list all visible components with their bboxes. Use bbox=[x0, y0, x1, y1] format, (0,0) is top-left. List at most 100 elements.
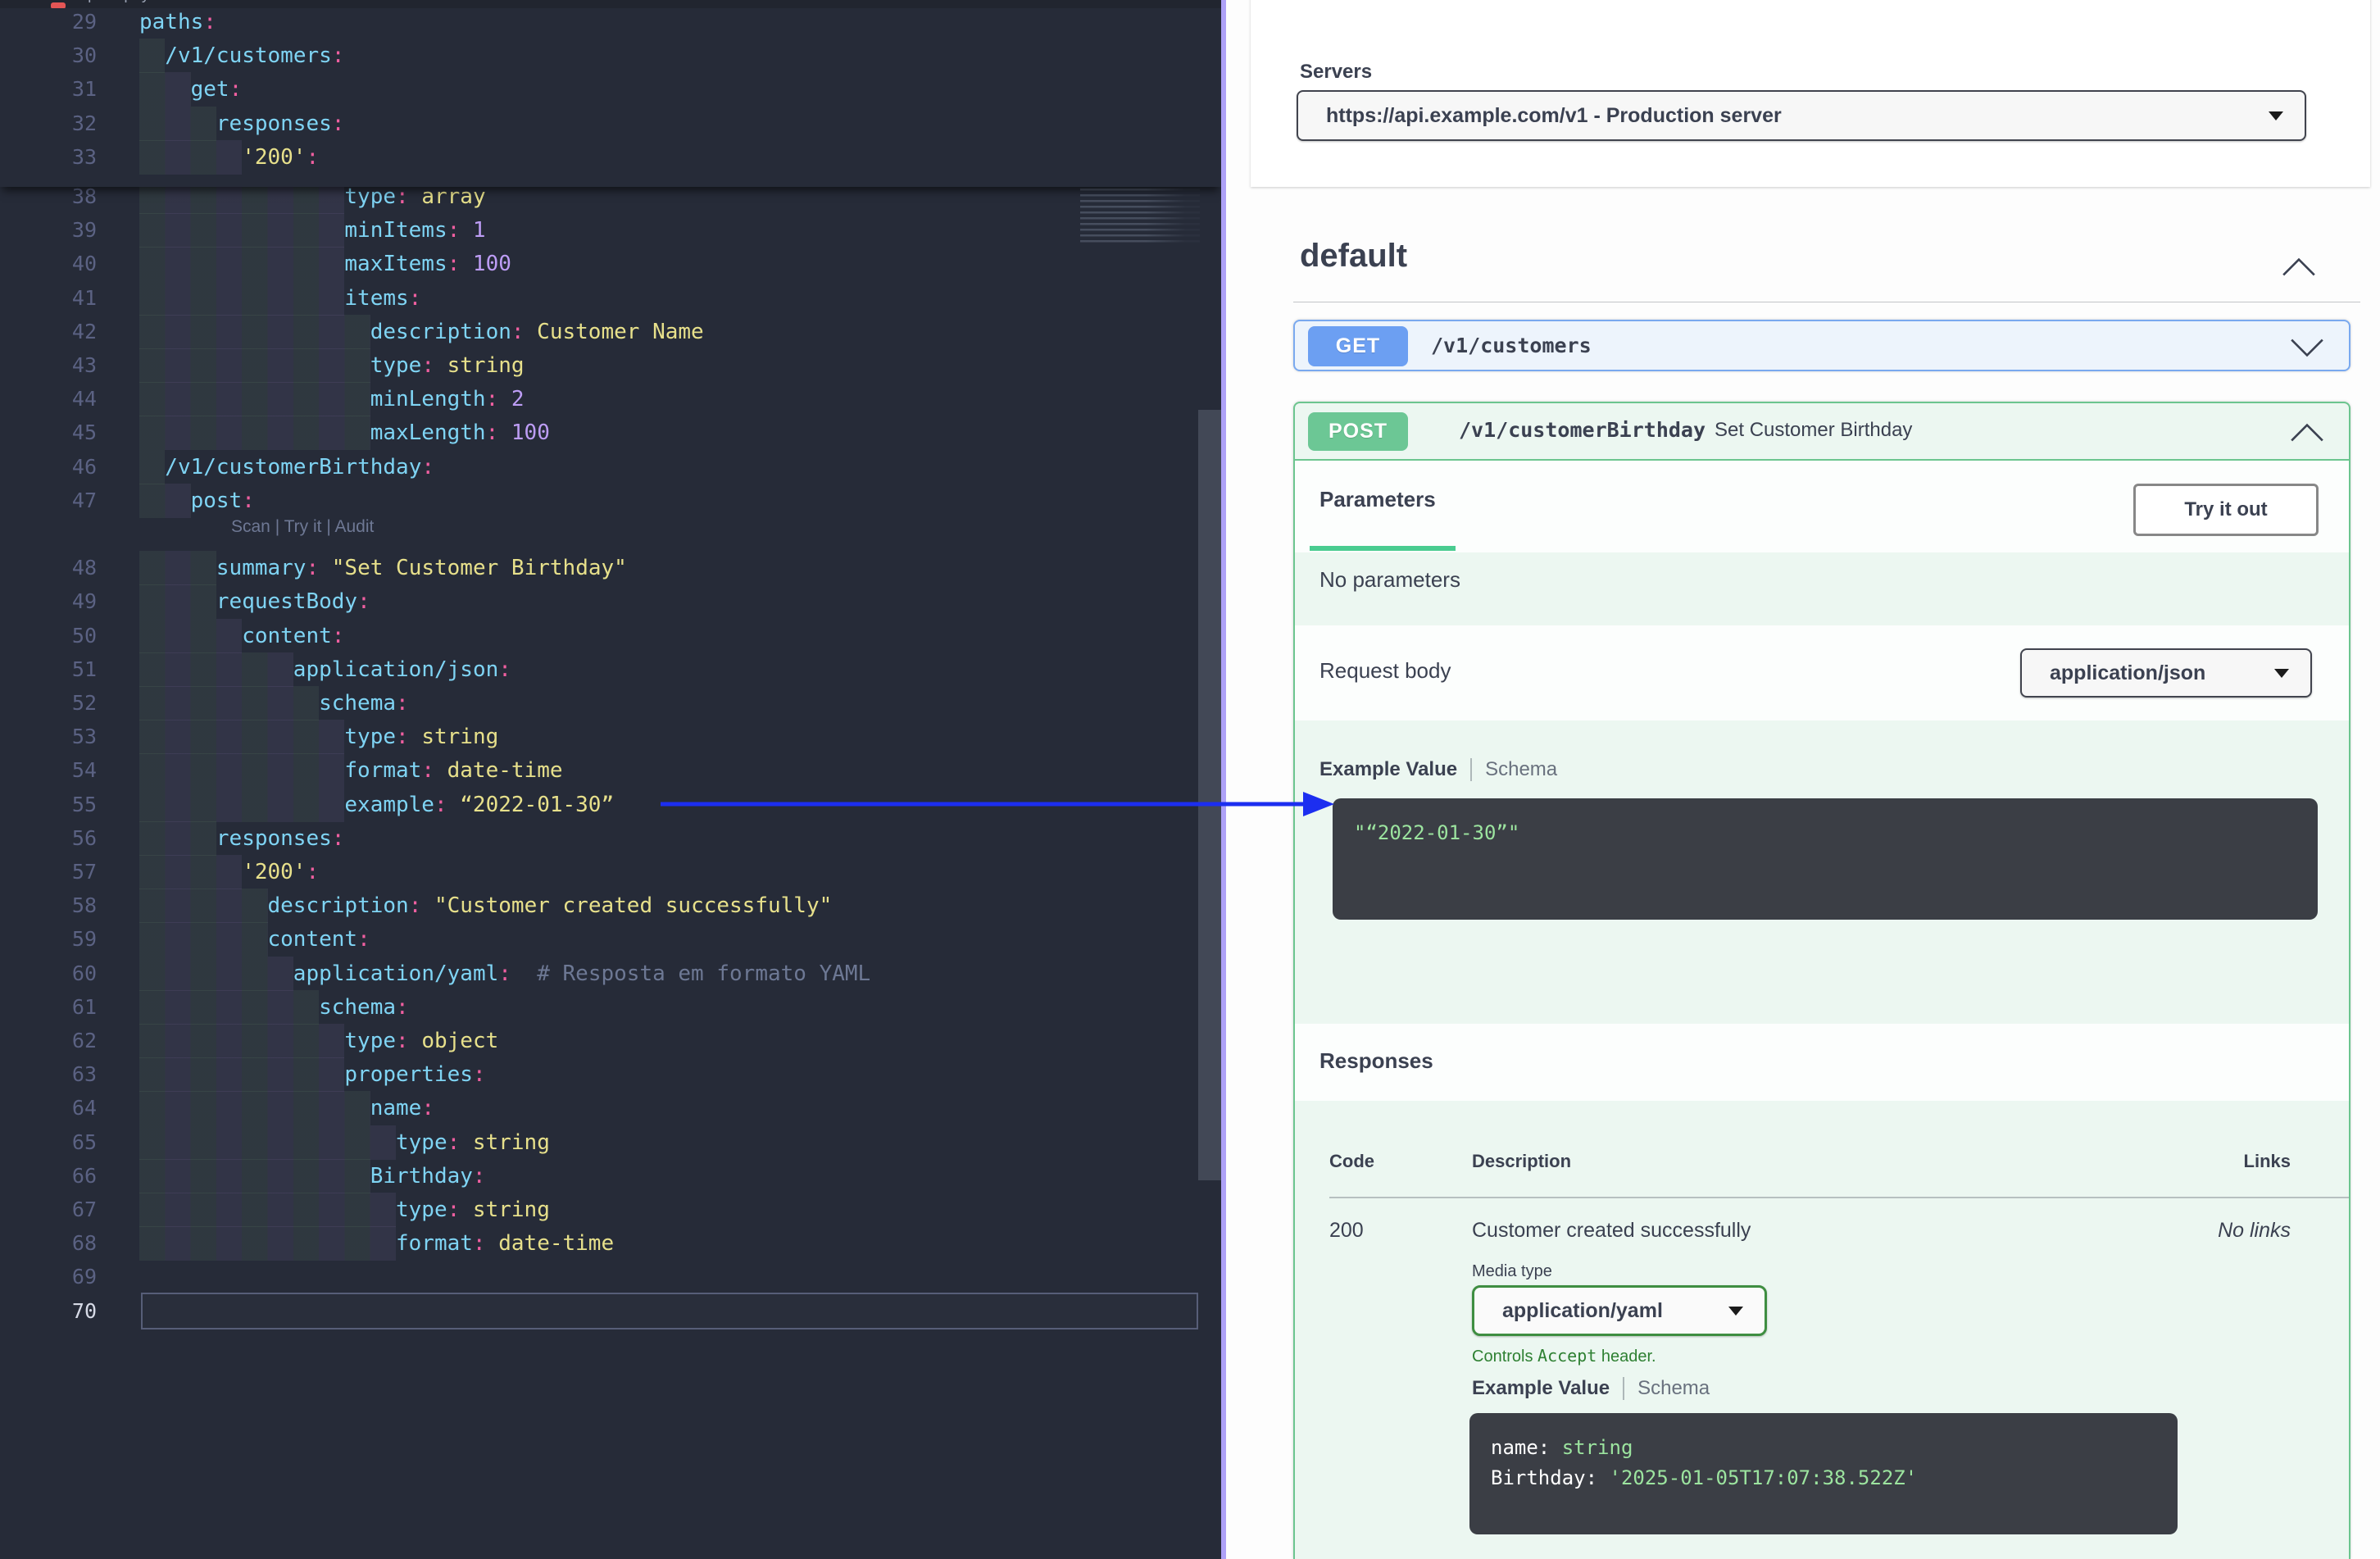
code-line[interactable]: 56responses: bbox=[0, 821, 1197, 856]
chevron-up-icon[interactable] bbox=[2280, 254, 2318, 280]
post-path[interactable]: /v1/customerBirthday bbox=[1459, 418, 1706, 442]
code-line[interactable]: 66Birthday: bbox=[0, 1159, 1197, 1193]
codelens-actions[interactable]: Scan | Try it | Audit bbox=[231, 517, 374, 537]
parameters-header: Parameters Try it out bbox=[1295, 461, 2349, 552]
line-number: 45 bbox=[0, 416, 97, 450]
line-number: 68 bbox=[0, 1226, 97, 1261]
code-line[interactable]: 47post: bbox=[0, 484, 1197, 518]
opblock-get[interactable]: GET /v1/customers bbox=[1293, 320, 2350, 371]
code-text: maxItems: 100 bbox=[344, 247, 511, 281]
code-line[interactable]: 61schema: bbox=[0, 990, 1197, 1025]
code-line[interactable]: 43type: string bbox=[0, 348, 1197, 383]
code-line[interactable]: 54 format: date-time bbox=[0, 753, 1197, 788]
code-text: content: bbox=[242, 619, 344, 653]
code-line[interactable]: 52schema: bbox=[0, 686, 1197, 720]
code-line[interactable]: 46/v1/customerBirthday: bbox=[0, 450, 1197, 484]
line-number: 54 bbox=[0, 753, 97, 788]
code-text: items: bbox=[344, 281, 421, 316]
code-line[interactable]: 48summary: "Set Customer Birthday" bbox=[0, 551, 1197, 585]
code-line[interactable]: 40maxItems: 100 bbox=[0, 247, 1197, 281]
get-path[interactable]: /v1/customers bbox=[1431, 334, 1592, 357]
post-method-badge[interactable]: POST bbox=[1308, 412, 1408, 451]
code-line[interactable]: 58description: "Customer created success… bbox=[0, 889, 1197, 923]
indent-guides bbox=[139, 821, 216, 856]
code-line[interactable]: 44minLength: 2 bbox=[0, 382, 1197, 416]
code-line[interactable]: 45maxLength: 100 bbox=[0, 416, 1197, 450]
code-line[interactable]: 42description: Customer Name bbox=[0, 315, 1197, 349]
tab-example-value[interactable]: Example Value bbox=[1319, 758, 1457, 781]
code-line[interactable]: 31get: bbox=[0, 72, 1197, 107]
code-line[interactable]: 39minItems: 1 bbox=[0, 213, 1197, 248]
line-number: 67 bbox=[0, 1193, 97, 1227]
code-editor[interactable]: 38type: array39minItems: 140maxItems: 10… bbox=[0, 0, 1221, 1559]
code-line[interactable]: 55example: “2022-01-30” bbox=[0, 788, 1197, 822]
indent-guides bbox=[139, 1024, 344, 1058]
code-text: format: date-time bbox=[344, 753, 562, 788]
indent-guides bbox=[139, 1193, 396, 1227]
try-it-out-button[interactable]: Try it out bbox=[2133, 484, 2319, 536]
code-line[interactable]: 68format: date-time bbox=[0, 1226, 1197, 1261]
table-header-divider bbox=[1329, 1197, 2350, 1198]
code-text: paths: bbox=[139, 5, 216, 39]
code-line[interactable]: 60application/yaml: # Resposta em format… bbox=[0, 957, 1197, 991]
request-example-code[interactable]: "“2022-01-30”" bbox=[1333, 798, 2318, 920]
code-line[interactable]: 51application/json: bbox=[0, 652, 1197, 687]
line-number: 39 bbox=[0, 213, 97, 248]
code-text: properties: bbox=[344, 1057, 485, 1092]
code-line[interactable]: 32responses: bbox=[0, 107, 1197, 141]
code-line[interactable]: 50content: bbox=[0, 619, 1197, 653]
code-text: name: bbox=[370, 1091, 434, 1125]
code-line[interactable]: 64name: bbox=[0, 1091, 1197, 1125]
code-line[interactable]: 67 type: string bbox=[0, 1193, 1197, 1227]
get-method-badge[interactable]: GET bbox=[1308, 326, 1408, 366]
indent-guides bbox=[139, 753, 344, 788]
code-line[interactable]: 49requestBody: bbox=[0, 584, 1197, 619]
request-media-type-value: application/json bbox=[2050, 661, 2205, 685]
code-line[interactable]: 41items: bbox=[0, 281, 1197, 316]
tab-schema[interactable]: Schema bbox=[1485, 758, 1557, 781]
code-line[interactable]: 30/v1/customers: bbox=[0, 39, 1197, 73]
indent-guides bbox=[139, 1159, 370, 1193]
code-line[interactable]: 53type: string bbox=[0, 720, 1197, 754]
editor-tab-bar[interactable]: openapi.yaml bbox=[0, 0, 1221, 8]
parameters-tab[interactable]: Parameters bbox=[1319, 487, 1436, 512]
editor-scrollbar[interactable] bbox=[1198, 410, 1221, 1180]
code-text: '200': bbox=[242, 855, 319, 889]
column-header-links: Links bbox=[2127, 1151, 2291, 1172]
code-text: type: string bbox=[396, 1125, 550, 1160]
response-media-type-select[interactable]: application/yaml bbox=[1472, 1285, 1767, 1336]
line-number: 30 bbox=[0, 39, 97, 73]
code-line[interactable]: 33'200': bbox=[0, 140, 1197, 175]
code-text: /v1/customerBirthday: bbox=[165, 450, 434, 484]
indent-guides bbox=[139, 720, 344, 754]
code-text: type: string bbox=[396, 1193, 550, 1227]
tab-schema[interactable]: Schema bbox=[1637, 1377, 1710, 1400]
request-media-type-select[interactable]: application/json bbox=[2020, 648, 2312, 698]
editor-tab-filename[interactable]: openapi.yaml bbox=[79, 0, 176, 4]
line-number: 65 bbox=[0, 1125, 97, 1160]
code-line[interactable]: 65 type: string bbox=[0, 1125, 1197, 1160]
indent-guides bbox=[139, 39, 165, 73]
code-line[interactable]: 59content: bbox=[0, 922, 1197, 957]
post-summary-header[interactable]: POST /v1/customerBirthday Set Customer B… bbox=[1295, 403, 2349, 461]
responses-title: Responses bbox=[1319, 1048, 1433, 1074]
code-line[interactable]: 63properties: bbox=[0, 1057, 1197, 1092]
code-line[interactable]: 29paths: bbox=[0, 5, 1197, 39]
code-text: schema: bbox=[319, 990, 409, 1025]
code-line[interactable]: 62type: object bbox=[0, 1024, 1197, 1058]
code-line[interactable]: 69 bbox=[0, 1260, 1197, 1294]
line-number: 57 bbox=[0, 855, 97, 889]
indent-guides bbox=[139, 1226, 396, 1261]
sticky-scroll[interactable]: 29paths:30/v1/customers:31get:32response… bbox=[0, 0, 1221, 187]
chevron-up-icon[interactable] bbox=[2288, 420, 2326, 446]
code-text: /v1/customers: bbox=[165, 39, 344, 73]
pane-divider[interactable] bbox=[1221, 0, 1226, 1559]
servers-select[interactable]: https://api.example.com/v1 - Production … bbox=[1297, 90, 2306, 141]
response-example-code[interactable]: name: string Birthday: '2025-01-05T17:07… bbox=[1469, 1413, 2178, 1534]
chevron-down-icon[interactable] bbox=[2288, 334, 2326, 361]
code-line[interactable]: 57 '200': bbox=[0, 855, 1197, 889]
indent-guides bbox=[139, 652, 293, 687]
code-text: get: bbox=[191, 72, 243, 107]
tab-example-value[interactable]: Example Value bbox=[1472, 1377, 1610, 1400]
line-number: 49 bbox=[0, 584, 97, 619]
